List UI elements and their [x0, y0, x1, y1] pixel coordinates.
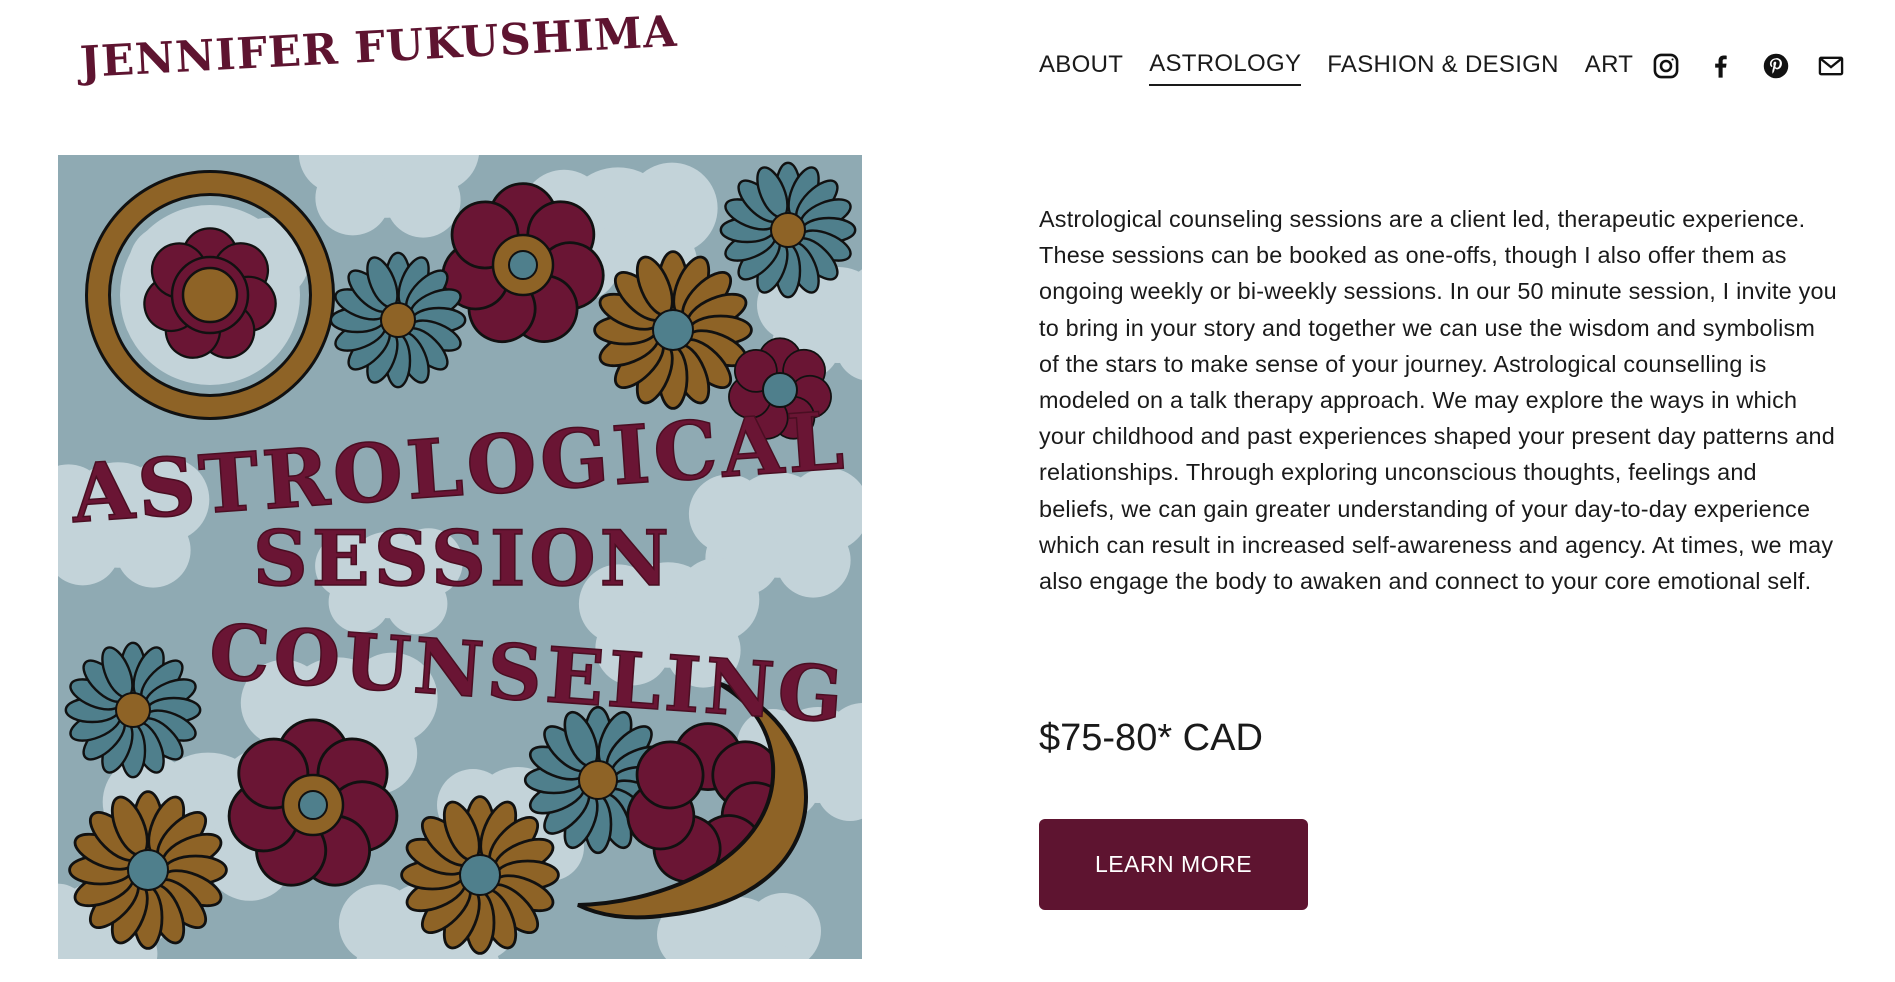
session-price: $75-80* CAD [1039, 717, 1263, 759]
site-logo[interactable]: JENNIFER FUKUSHIMA [79, 7, 679, 88]
nav-about[interactable]: ABOUT [1039, 51, 1123, 85]
main-nav: ABOUT ASTROLOGY FASHION & DESIGN ART [1039, 50, 1659, 86]
social-links [1651, 51, 1846, 81]
sun-ring [85, 170, 335, 420]
session-details: Astrological counseling sessions are a c… [1039, 201, 1839, 599]
hero-image: ASTROLOGICAL SESSION COUNSELING [58, 155, 862, 959]
site-header: JENNIFER FUKUSHIMA ABOUT ASTROLOGY FASHI… [0, 0, 1895, 140]
email-icon[interactable] [1816, 51, 1846, 81]
nav-art[interactable]: ART [1585, 51, 1633, 85]
session-description: Astrological counseling sessions are a c… [1039, 206, 1837, 595]
pinterest-icon[interactable] [1761, 51, 1791, 81]
nav-astrology[interactable]: ASTROLOGY [1149, 50, 1302, 86]
facebook-icon[interactable] [1706, 51, 1736, 81]
learn-more-button[interactable]: LEARN MORE [1039, 819, 1308, 910]
hero-title-line-2: SESSION [253, 514, 673, 603]
instagram-icon[interactable] [1651, 51, 1681, 81]
nav-fashion-design[interactable]: FASHION & DESIGN [1327, 51, 1559, 85]
astrological-session-artwork: ASTROLOGICAL SESSION COUNSELING [58, 155, 862, 959]
